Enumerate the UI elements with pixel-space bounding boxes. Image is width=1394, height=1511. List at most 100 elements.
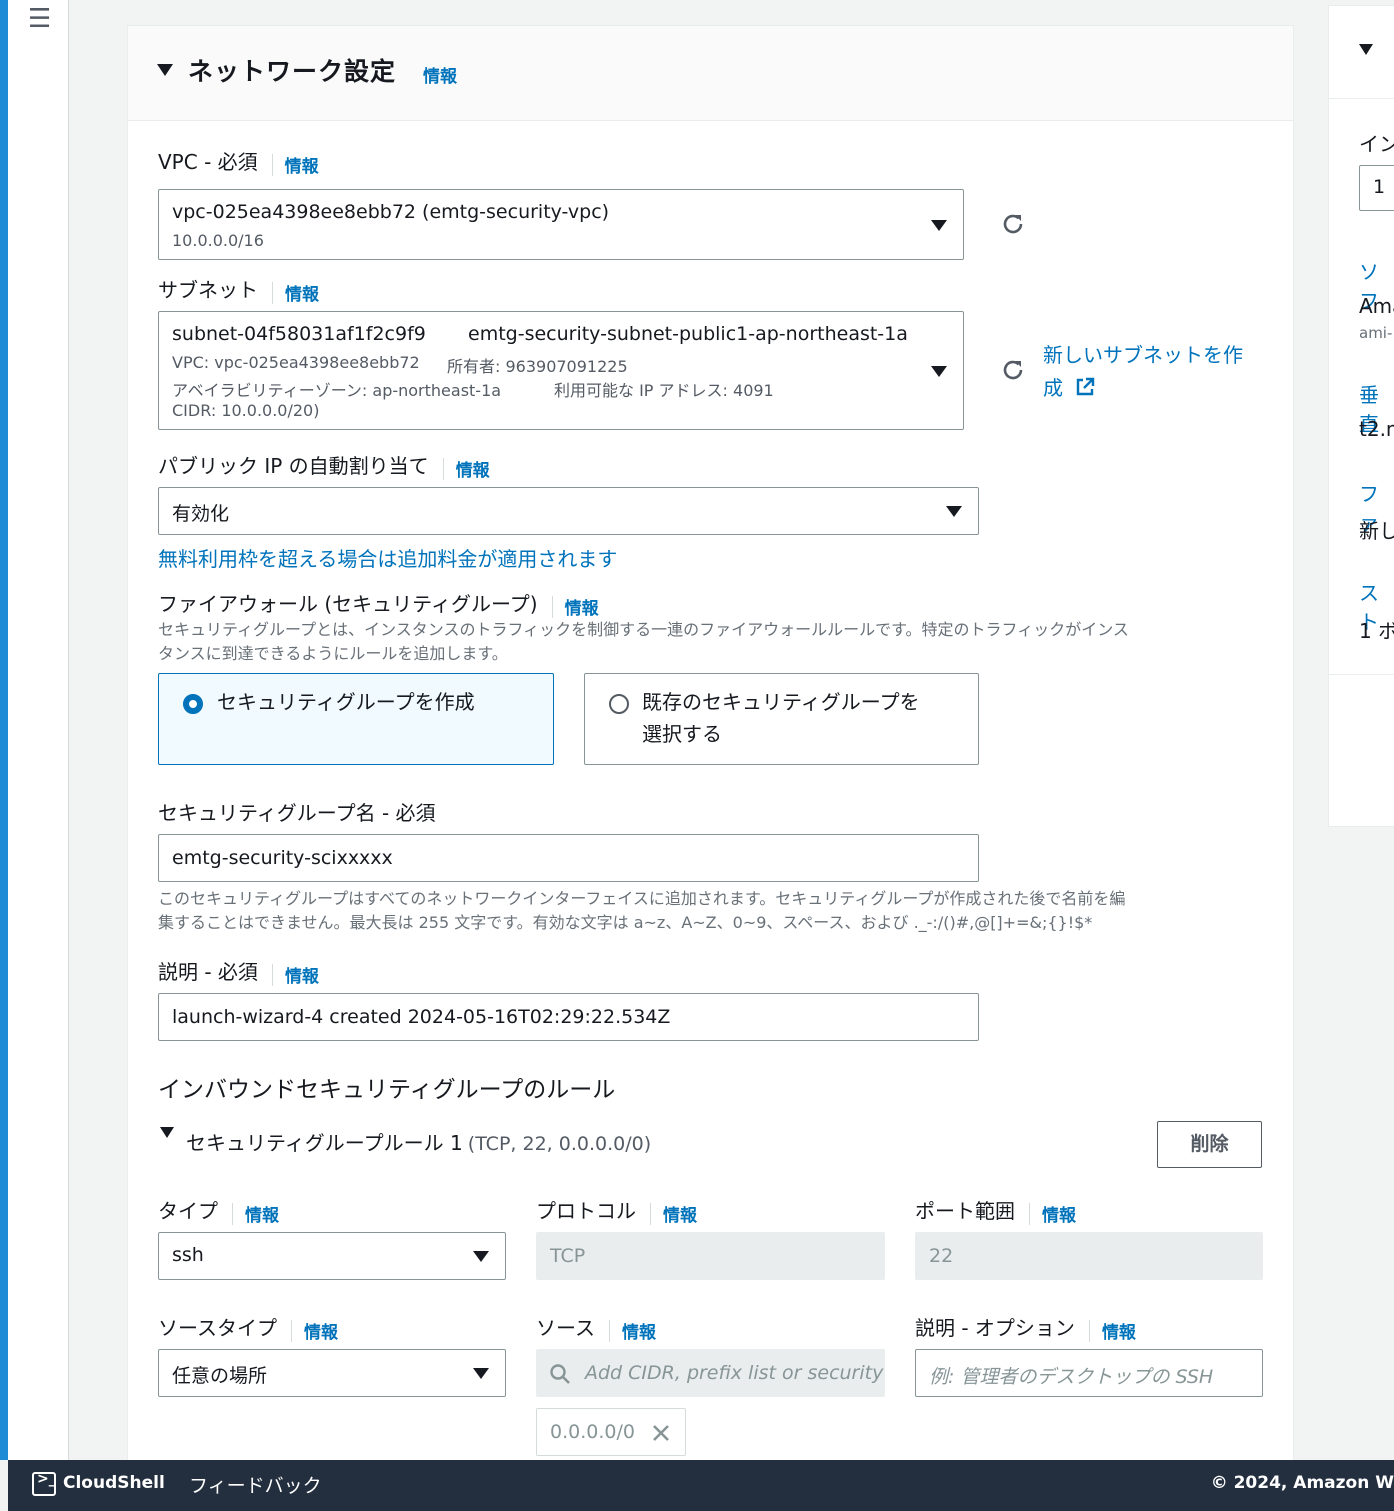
external-link-icon — [1077, 377, 1095, 396]
summary-count-input[interactable]: 1 — [1359, 165, 1394, 211]
source-info-link[interactable]: 情報 — [622, 1323, 656, 1343]
sg-name-value: emtg-security-scixxxxx — [172, 847, 393, 869]
dropdown-caret-icon — [931, 220, 947, 231]
remove-token-icon[interactable] — [651, 1423, 671, 1443]
firewall-label-row: ファイアウォール (セキュリティグループ) 情報 — [158, 588, 599, 619]
subnet-info-link[interactable]: 情報 — [285, 285, 319, 305]
panel-info-link[interactable]: 情報 — [423, 62, 457, 87]
summary-fragment: ami- — [1359, 324, 1393, 342]
source-type-label: ソースタイプ — [158, 1316, 277, 1340]
protocol-value: TCP — [550, 1245, 586, 1267]
existing-security-group-option[interactable]: 既存のセキュリティグループを 選択する — [584, 673, 979, 765]
subnet-select[interactable]: subnet-04f58031af1f2c9f9 emtg-security-s… — [158, 311, 964, 430]
type-info-link[interactable]: 情報 — [245, 1206, 279, 1226]
source-type-select[interactable]: 任意の場所 — [158, 1349, 506, 1397]
firewall-description-line1: セキュリティグループとは、インスタンスのトラフィックを制御する一連のファイアウォ… — [158, 620, 1129, 639]
feedback-link[interactable]: フィードバック — [189, 1471, 322, 1498]
source-token-value: 0.0.0.0/0 — [550, 1421, 635, 1443]
summary-fragment: t2.n — [1359, 417, 1394, 441]
summary-fragment: 新し — [1359, 519, 1394, 543]
summary-caret-down-icon[interactable] — [1359, 44, 1373, 55]
port-label: ポート範囲 — [915, 1199, 1015, 1223]
rule-desc-placeholder: 例: 管理者のデスクトップの SSH — [929, 1366, 1214, 1388]
port-input: 22 — [915, 1232, 1263, 1280]
source-type-label-row: ソースタイプ 情報 — [158, 1312, 338, 1343]
subnet-cidr: CIDR: 10.0.0.0/20) — [172, 401, 320, 420]
panel-title: ネットワーク設定 — [188, 57, 397, 86]
vpc-info-link[interactable]: 情報 — [285, 157, 319, 177]
rule-desc-info-link[interactable]: 情報 — [1102, 1323, 1136, 1343]
summary-divider — [1329, 98, 1394, 99]
source-label-row: ソース 情報 — [536, 1312, 656, 1343]
cloudshell-icon[interactable]: >_ — [32, 1471, 56, 1496]
menu-icon[interactable]: ☰ — [28, 6, 51, 32]
vpc-select[interactable]: vpc-025ea4398ee8ebb72 (emtg-security-vpc… — [158, 189, 964, 260]
sg-desc-input[interactable]: launch-wizard-4 created 2024-05-16T02:29… — [158, 993, 979, 1041]
type-label: タイプ — [158, 1199, 218, 1223]
refresh-subnet-icon[interactable] — [1001, 358, 1025, 382]
inbound-rules-title: インバウンドセキュリティグループのルール — [158, 1077, 616, 1103]
free-tier-notice: 無料利用枠を超える場合は追加料金が適用されます — [158, 547, 618, 571]
create-subnet-link[interactable]: 新しいサブネットを作 成 — [1043, 339, 1243, 405]
port-label-row: ポート範囲 情報 — [915, 1195, 1076, 1226]
existing-sg-label-line1: 既存のセキュリティグループを — [642, 690, 920, 714]
refresh-vpc-icon[interactable] — [1001, 212, 1025, 236]
source-token: 0.0.0.0/0 — [536, 1408, 686, 1456]
dropdown-caret-icon — [473, 1368, 489, 1379]
public-ip-label: パブリック IP の自動割り当て — [158, 454, 429, 478]
summary-fragment: 1 ボ — [1359, 619, 1394, 643]
vpc-label: VPC - 必須 — [158, 150, 258, 174]
source-search-input[interactable]: Add CIDR, prefix list or security — [536, 1349, 885, 1397]
subnet-vpc: VPC: vpc-025ea4398ee8ebb72 — [172, 353, 420, 372]
rule-header[interactable]: セキュリティグループルール 1 (TCP, 22, 0.0.0.0/0) — [186, 1127, 651, 1156]
subnet-owner: 所有者: 963907091225 — [447, 357, 628, 376]
summary-fragment: Ama — [1359, 294, 1394, 318]
sg-desc-label-row: 説明 - 必須 情報 — [158, 956, 319, 987]
sg-desc-info-link[interactable]: 情報 — [285, 967, 319, 987]
radio-selected-icon[interactable] — [183, 694, 203, 714]
radio-unselected-icon[interactable] — [609, 694, 629, 714]
left-rail: ☰ — [8, 0, 69, 1460]
protocol-input: TCP — [536, 1232, 885, 1280]
caret-down-icon[interactable] — [157, 64, 173, 76]
firewall-description-line2: タンスに到達できるようにルールを追加します。 — [158, 644, 508, 663]
delete-rule-button[interactable]: 削除 — [1157, 1121, 1262, 1168]
rule-caret-down-icon[interactable] — [160, 1127, 174, 1138]
firewall-label: ファイアウォール (セキュリティグループ) — [158, 592, 538, 616]
sg-name-label: セキュリティグループ名 - 必須 — [158, 801, 436, 825]
create-security-group-option[interactable]: セキュリティグループを作成 — [158, 673, 554, 765]
subnet-available-ip: 利用可能な IP アドレス: 4091 — [554, 381, 774, 400]
dropdown-caret-icon — [946, 506, 962, 517]
source-label: ソース — [536, 1316, 595, 1340]
port-value: 22 — [929, 1245, 954, 1267]
rule-desc-label: 説明 - オプション — [915, 1316, 1075, 1340]
existing-sg-label-line2: 選択する — [642, 722, 722, 746]
public-ip-info-link[interactable]: 情報 — [456, 461, 490, 481]
sg-name-hint-line2: 集することはできません。最大長は 255 文字です。有効な文字は a~z、A~Z… — [158, 913, 1093, 932]
rule-meta: (TCP, 22, 0.0.0.0/0) — [467, 1133, 652, 1155]
public-ip-select[interactable]: 有効化 — [158, 487, 979, 535]
protocol-label: プロトコル — [536, 1199, 636, 1223]
rule-title: セキュリティグループルール 1 — [186, 1131, 463, 1155]
cloudshell-button[interactable]: CloudShell — [63, 1473, 165, 1493]
type-select[interactable]: ssh — [158, 1232, 506, 1280]
firewall-description: セキュリティグループとは、インスタンスのトラフィックを制御する一連のファイアウォ… — [158, 618, 1268, 666]
source-type-info-link[interactable]: 情報 — [304, 1323, 338, 1343]
subnet-id: subnet-04f58031af1f2c9f9 — [172, 323, 426, 345]
panel-header[interactable]: ネットワーク設定 情報 — [128, 26, 1293, 121]
summary-count-value: 1 — [1373, 176, 1386, 198]
vpc-label-row: VPC - 必須 情報 — [158, 146, 319, 177]
source-type-value: 任意の場所 — [172, 1365, 268, 1387]
sg-name-input[interactable]: emtg-security-scixxxxx — [158, 834, 979, 882]
subnet-label-row: サブネット 情報 — [158, 274, 319, 305]
rule-desc-input[interactable]: 例: 管理者のデスクトップの SSH — [915, 1349, 1263, 1397]
desktop-edge — [0, 0, 8, 1460]
firewall-info-link[interactable]: 情報 — [565, 599, 599, 619]
create-subnet-link-line1: 新しいサブネットを作 — [1043, 343, 1243, 367]
protocol-info-link[interactable]: 情報 — [663, 1206, 697, 1226]
sg-desc-value: launch-wizard-4 created 2024-05-16T02:29… — [172, 1006, 671, 1028]
vpc-cidr: 10.0.0.0/16 — [172, 231, 264, 250]
port-info-link[interactable]: 情報 — [1042, 1206, 1076, 1226]
subnet-az: アベイラビリティーゾーン: ap-northeast-1a — [172, 381, 502, 400]
sg-name-hint-line1: このセキュリティグループはすべてのネットワークインターフェイスに追加されます。セ… — [158, 889, 1126, 908]
